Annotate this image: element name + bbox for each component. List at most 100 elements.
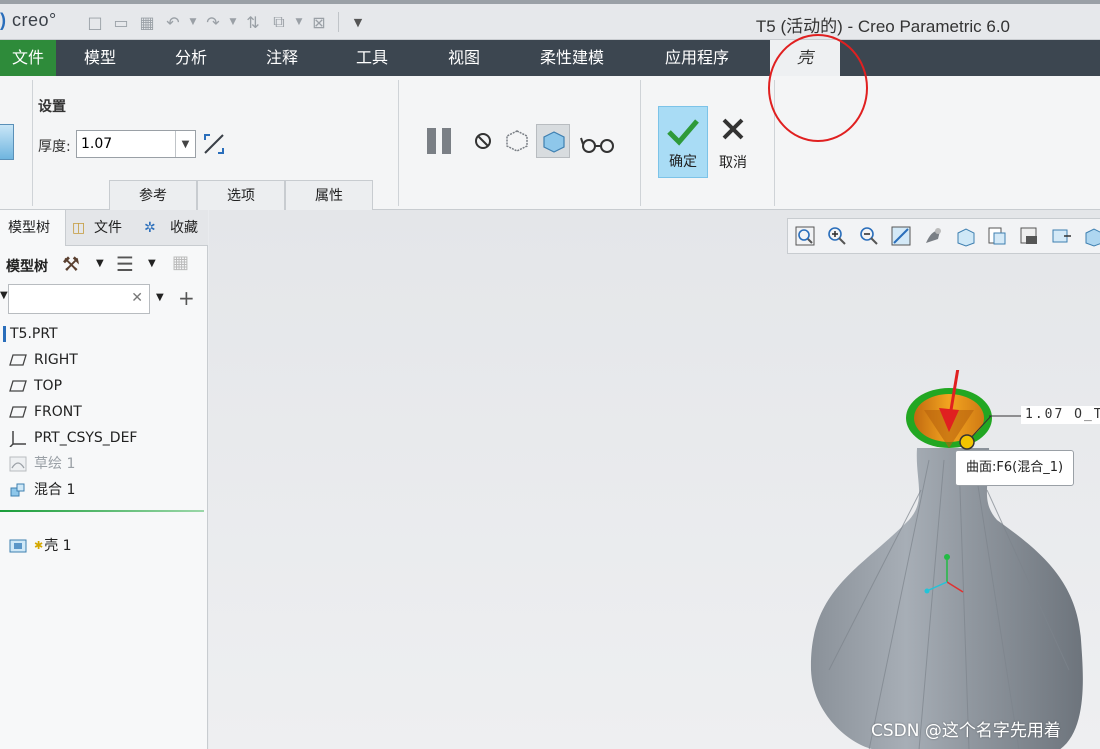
chevron-down-icon[interactable]: ▼ xyxy=(156,292,164,303)
customize-toolbar-icon[interactable]: ▼ xyxy=(347,11,369,33)
regenerate-icon[interactable]: ⇅ xyxy=(242,11,264,33)
insert-indicator[interactable] xyxy=(0,510,204,512)
shell-ribbon: 设置 厚度: ▼ 参考 选项 属性 确定 xyxy=(0,76,1100,210)
save-icon[interactable]: ▦ xyxy=(136,11,158,33)
add-icon[interactable]: + xyxy=(178,286,195,310)
shell-feature-icon xyxy=(0,124,14,160)
filter-dropdown-icon[interactable]: ▼ xyxy=(0,290,8,301)
part-icon xyxy=(0,325,8,343)
settings-group-title: 设置 xyxy=(38,99,66,115)
sketch-icon xyxy=(8,455,28,473)
tab-model[interactable]: 模型 xyxy=(64,40,136,76)
tab-annotate[interactable]: 注释 xyxy=(246,40,318,76)
thickness-combo[interactable]: ▼ xyxy=(76,130,196,158)
surface-tooltip: 曲面:F6(混合_1) xyxy=(955,450,1075,486)
tree-item-shell[interactable]: ✱ 壳 1 xyxy=(8,534,72,558)
datum-plane-icon xyxy=(8,377,28,395)
tab-references[interactable]: 参考 xyxy=(109,180,197,210)
graphics-toolbar xyxy=(787,218,1100,254)
tree-item-sketch[interactable]: 草绘 1 xyxy=(8,452,75,476)
folder-icon: ◫ xyxy=(72,220,86,236)
flip-direction-icon[interactable] xyxy=(202,132,226,156)
csys-icon xyxy=(8,429,28,447)
separate-preview-icon[interactable] xyxy=(504,128,530,154)
filter-icon[interactable]: ▦ xyxy=(172,252,189,273)
redo-dropdown-icon[interactable]: ▼ xyxy=(228,11,238,33)
undo-icon[interactable]: ↶ xyxy=(162,11,184,33)
tab-model-tree[interactable]: 模型树 xyxy=(0,210,66,246)
no-preview-icon[interactable] xyxy=(474,132,492,150)
graphics-viewport[interactable]: 1.07 O_TH 曲面:F6(混合_1) CSDN @这个名字先用着 xyxy=(209,210,1100,749)
open-folder-icon[interactable]: ▭ xyxy=(110,11,132,33)
search-input[interactable] xyxy=(9,285,127,313)
chevron-down-icon[interactable]: ▼ xyxy=(175,131,195,157)
glasses-icon[interactable] xyxy=(580,134,616,154)
tree-item-front[interactable]: FRONT xyxy=(8,400,82,424)
thickness-label: 厚度: xyxy=(38,139,71,155)
tree-item-top[interactable]: TOP xyxy=(8,374,62,398)
ok-button[interactable]: 确定 xyxy=(658,106,708,178)
show-settings-icon[interactable]: ☰ xyxy=(116,252,134,276)
model-tree-title: 模型树 xyxy=(6,259,48,275)
navigator-tabs: 模型树 ◫ 文件 ✲ 收藏 xyxy=(0,210,208,246)
close-window-icon[interactable]: ⊠ xyxy=(308,11,330,33)
saved-orientations-icon[interactable] xyxy=(954,225,976,247)
thickness-input[interactable] xyxy=(77,131,175,157)
model-tree-search[interactable]: ✕ xyxy=(8,284,150,314)
tab-applications[interactable]: 应用程序 xyxy=(646,40,748,76)
windows-icon[interactable]: ⧉ xyxy=(268,11,290,33)
annotation-display-icon[interactable] xyxy=(1082,225,1100,247)
tab-options[interactable]: 选项 xyxy=(197,180,285,210)
favorites-icon: ✲ xyxy=(144,220,156,236)
view-manager-icon[interactable] xyxy=(986,225,1008,247)
vase-model[interactable] xyxy=(799,370,1100,749)
redo-icon[interactable]: ↷ xyxy=(202,11,224,33)
datum-display-icon[interactable] xyxy=(1050,225,1072,247)
checkmark-icon xyxy=(667,119,699,146)
tab-flexible-modeling[interactable]: 柔性建模 xyxy=(524,40,620,76)
new-feature-icon: ✱ xyxy=(34,539,44,552)
zoom-in-icon[interactable] xyxy=(826,225,848,247)
refit-icon[interactable] xyxy=(794,225,816,247)
verify-preview-button[interactable] xyxy=(536,124,570,158)
verify-preview-icon xyxy=(543,131,565,153)
tree-item-right[interactable]: RIGHT xyxy=(8,348,78,372)
undo-dropdown-icon[interactable]: ▼ xyxy=(188,11,198,33)
tab-file[interactable]: 文件 xyxy=(0,40,56,76)
datum-plane-icon xyxy=(8,351,28,369)
tree-item-part[interactable]: T5.PRT xyxy=(0,322,58,346)
chevron-down-icon[interactable]: ▼ xyxy=(148,258,156,269)
annotation-circle xyxy=(768,34,868,142)
tab-properties[interactable]: 属性 xyxy=(285,180,373,210)
perspective-icon[interactable] xyxy=(1018,225,1040,247)
tab-folder-browser[interactable]: ◫ 文件 xyxy=(72,210,134,246)
tree-item-blend[interactable]: 混合 1 xyxy=(8,478,75,502)
cancel-button[interactable]: 取消 xyxy=(710,106,756,178)
window-title: T5 (活动的) - Creo Parametric 6.0 xyxy=(755,17,1010,36)
blend-icon xyxy=(8,481,28,499)
pause-icon[interactable] xyxy=(424,126,454,156)
repaint-icon[interactable] xyxy=(890,225,912,247)
tab-tools[interactable]: 工具 xyxy=(336,40,408,76)
zoom-out-icon[interactable] xyxy=(858,225,880,247)
chevron-down-icon[interactable]: ▼ xyxy=(96,258,104,269)
quick-access-toolbar: □ ▭ ▦ ↶ ▼ ↷ ▼ ⇅ ⧉ ▼ ⊠ ▼ xyxy=(84,10,369,34)
shell-icon xyxy=(8,537,28,555)
watermark: CSDN @这个名字先用着 xyxy=(871,721,1061,741)
thickness-dimension[interactable]: 1.07 O_TH xyxy=(1021,406,1100,424)
model-tree-toolbar: 模型树 ⚒ ▼ ☰ ▼ ▦ xyxy=(0,250,208,280)
tab-favorites[interactable]: ✲ 收藏 xyxy=(144,210,208,246)
navigator-panel: 模型树 ◫ 文件 ✲ 收藏 模型树 ⚒ ▼ ☰ ▼ ▦ ▼ ✕ ▼ + T5.PRT… xyxy=(0,210,208,749)
tab-analysis[interactable]: 分析 xyxy=(156,40,226,76)
new-file-icon[interactable]: □ xyxy=(84,11,106,33)
display-style-icon[interactable] xyxy=(922,225,944,247)
tree-item-csys[interactable]: PRT_CSYS_DEF xyxy=(8,426,137,450)
windows-dropdown-icon[interactable]: ▼ xyxy=(294,11,304,33)
ribbon-tab-bar: 文件 模型 分析 注释 工具 视图 柔性建模 应用程序 壳 xyxy=(0,40,1100,76)
datum-plane-icon xyxy=(8,403,28,421)
close-icon xyxy=(722,118,744,140)
tab-view[interactable]: 视图 xyxy=(428,40,500,76)
tools-icon[interactable]: ⚒ xyxy=(62,252,80,276)
panel-tabs: 参考 选项 属性 xyxy=(109,180,373,210)
clear-icon[interactable]: ✕ xyxy=(131,290,143,306)
